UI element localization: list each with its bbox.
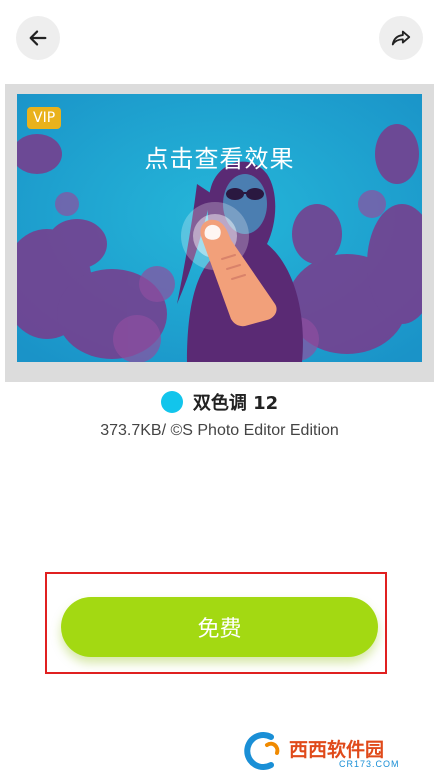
duotone-photo [17, 94, 422, 362]
preview-frame: VIP 点击查看效果 [5, 84, 434, 382]
filter-title-row: 双色调 12 [0, 388, 439, 416]
filter-name: 双色调 12 [192, 393, 279, 414]
watermark-brand: 西西软件园 [289, 739, 385, 761]
vip-badge: VIP [27, 107, 62, 129]
share-arrow-icon [391, 30, 411, 46]
tap-to-preview-hint: 点击查看效果 [144, 145, 295, 173]
free-button[interactable]: 免费 [61, 597, 378, 657]
filter-color-dot [160, 391, 183, 413]
share-button[interactable] [379, 16, 423, 60]
filter-meta: 373.7KB/ ©S Photo Editor Edition [100, 422, 339, 439]
back-button[interactable] [16, 16, 60, 60]
arrow-left-icon [29, 30, 47, 46]
watermark-site: CR173.COM [339, 759, 400, 769]
watermark: 西西软件园 CR173.COM [243, 727, 435, 775]
filter-preview-image[interactable]: VIP 点击查看效果 [17, 94, 422, 362]
